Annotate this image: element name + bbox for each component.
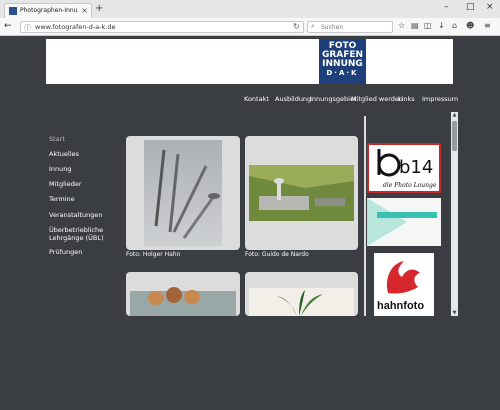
- sidebar-item-aktuelles[interactable]: Aktuelles: [49, 150, 79, 158]
- close-window-icon[interactable]: ×: [486, 2, 494, 12]
- address-bar[interactable]: ⓘ www.fotografen-d-a-k.de ↻: [20, 21, 304, 33]
- close-tab-icon[interactable]: ×: [81, 6, 88, 15]
- caption-holger-hahn: Foto: Holger Hahn: [126, 251, 181, 258]
- aerial-photo: [249, 165, 354, 221]
- scroll-up-icon[interactable]: ▲: [451, 112, 458, 118]
- sidebar-item-uebl-line1[interactable]: Überbetriebliche: [49, 226, 103, 234]
- sidebar-item-veranstaltungen[interactable]: Veranstaltungen: [49, 211, 102, 219]
- browser-tab[interactable]: Photographen-Innung Du... ×: [4, 3, 92, 18]
- url-text: www.fotografen-d-a-k.de: [35, 23, 116, 31]
- bookmark-star-icon[interactable]: ☆: [398, 21, 405, 30]
- sidebar-item-innung[interactable]: Innung: [49, 165, 72, 173]
- nav-innungsgebiet[interactable]: Innungsgebiet: [310, 95, 357, 103]
- hahnfoto-text: hahnfoto: [377, 300, 424, 312]
- hahnfoto-graphic: hahnfoto: [377, 261, 424, 312]
- new-tab-button[interactable]: +: [95, 3, 103, 14]
- search-icon: ⌕: [311, 22, 315, 30]
- b14-logo-graphic: b14 die Photo Lounge: [377, 149, 437, 189]
- teal-logo-graphic: [367, 198, 437, 246]
- header-banner: FOTO GRAFEN INNUNG D·A·K: [46, 39, 453, 84]
- maximize-icon[interactable]: □: [466, 2, 475, 12]
- search-input[interactable]: [321, 23, 391, 32]
- cutlery-photo: [144, 140, 222, 246]
- web-page: FOTO GRAFEN INNUNG D·A·K Kontakt Ausbild…: [0, 37, 500, 410]
- innung-logo[interactable]: FOTO GRAFEN INNUNG D·A·K: [319, 39, 366, 84]
- chat-icon[interactable]: ☻: [466, 21, 474, 30]
- caption-guido-de-nardo: Foto: Guido de Nardo: [245, 251, 309, 258]
- plants-photo: [249, 288, 354, 316]
- sidebar-item-termine[interactable]: Termine: [49, 195, 75, 203]
- people-photo: [130, 287, 236, 316]
- sidebar-item-pruefungen[interactable]: Prüfungen: [49, 248, 82, 256]
- scrollbar-thumb[interactable]: [452, 121, 457, 151]
- gallery-card-plants[interactable]: [245, 272, 358, 316]
- site-favicon-icon: [9, 7, 17, 15]
- gallery-card-cutlery[interactable]: [126, 136, 240, 250]
- sponsor-b14-logo[interactable]: b14 die Photo Lounge: [367, 143, 441, 193]
- sponsor-hahnfoto-logo[interactable]: hahnfoto: [374, 253, 434, 316]
- nav-ausbildung[interactable]: Ausbildung: [275, 95, 311, 103]
- sidebar-scrollbar[interactable]: ▲ ▼: [451, 112, 458, 316]
- home-icon[interactable]: ⌂: [452, 21, 457, 30]
- b14-text: b14: [399, 157, 433, 178]
- sidebar-item-mitglieder[interactable]: Mitglieder: [49, 180, 82, 188]
- scroll-down-icon[interactable]: ▼: [451, 310, 458, 316]
- content-divider: [364, 116, 366, 316]
- sidebar-item-uebl-line2[interactable]: Lehrgänge (ÜBL): [49, 234, 104, 242]
- gallery-card-people[interactable]: [126, 272, 240, 316]
- b14-subtitle: die Photo Lounge: [383, 182, 437, 189]
- search-bar[interactable]: ⌕: [307, 21, 393, 33]
- pocket-icon[interactable]: ◫: [424, 21, 432, 30]
- navigation-bar: ← ⓘ www.fotografen-d-a-k.de ↻ ⌕ ☆ ▤ ◫ ↓ …: [0, 18, 500, 36]
- menu-icon[interactable]: ≡: [484, 21, 491, 30]
- nav-links[interactable]: Links: [398, 95, 415, 103]
- reader-view-icon[interactable]: ▤: [411, 21, 419, 30]
- tab-title: Photographen-Innung Du...: [20, 7, 78, 14]
- tab-bar: Photographen-Innung Du... × + – □ ×: [0, 0, 500, 18]
- nav-kontakt[interactable]: Kontakt: [244, 95, 269, 103]
- site-info-icon[interactable]: ⓘ: [24, 23, 31, 33]
- gallery-card-aerial[interactable]: [245, 136, 358, 250]
- nav-impressum[interactable]: Impressum: [422, 95, 458, 103]
- sponsor-teal-logo[interactable]: [367, 198, 441, 246]
- minimize-icon[interactable]: –: [444, 2, 449, 12]
- nav-mitglied-werden[interactable]: Mitglied werden: [351, 95, 403, 103]
- download-icon[interactable]: ↓: [438, 21, 445, 30]
- sidebar-item-start[interactable]: Start: [49, 135, 65, 143]
- reload-icon[interactable]: ↻: [293, 22, 300, 31]
- back-arrow-icon[interactable]: ←: [4, 21, 12, 31]
